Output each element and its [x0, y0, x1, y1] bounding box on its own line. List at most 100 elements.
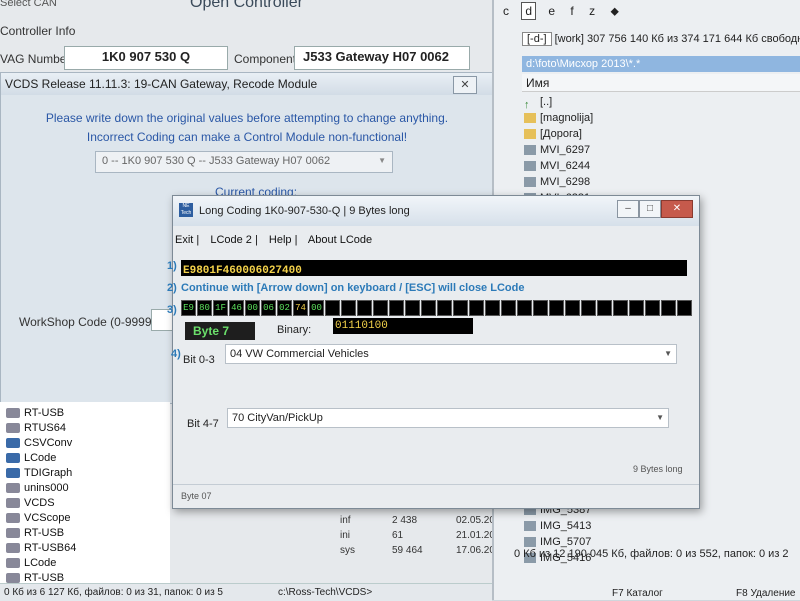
- maximize-button[interactable]: □: [639, 200, 661, 218]
- file-icon: [6, 423, 20, 434]
- folder-list-item-label: RT-USB: [24, 407, 65, 419]
- file-detail-row[interactable]: ini6121.01.2014 10:1: [330, 530, 528, 545]
- folder-list-item[interactable]: LCode: [0, 556, 170, 571]
- long-coding-titlebar: NE Tech Long Coding 1K0-907-530-Q | 9 By…: [173, 196, 699, 226]
- file-row[interactable]: MVI_6244: [524, 158, 590, 174]
- component-field: J533 Gateway H07 0062: [294, 46, 470, 70]
- file-detail-size: 59 464: [392, 545, 423, 556]
- step-3-number: 3): [167, 304, 177, 316]
- recode-close-button[interactable]: ✕: [453, 76, 477, 94]
- empty-byte-cell: [453, 300, 468, 316]
- bit-4-7-select[interactable]: 70 CityVan/PickUp ▼: [227, 408, 669, 428]
- byte-cell[interactable]: 80: [197, 300, 212, 316]
- vcds-status-text: 0 Кб из 6 127 Кб, файлов: 0 из 31, папок…: [4, 587, 223, 598]
- empty-byte-cell: [421, 300, 436, 316]
- file-row[interactable]: MVI_6297: [524, 142, 590, 158]
- byte-cell[interactable]: 06: [261, 300, 276, 316]
- component-label: Component:: [234, 52, 300, 66]
- f8-button[interactable]: F8 Удаление: [736, 588, 795, 599]
- empty-byte-cell: [645, 300, 660, 316]
- byte-cell[interactable]: E9: [181, 300, 196, 316]
- module-select[interactable]: 0 -- 1K0 907 530 Q -- J533 Gateway H07 0…: [95, 151, 393, 173]
- long-coding-statusbar: Byte 07: [173, 484, 699, 509]
- file-row[interactable]: MVI_6298: [524, 174, 590, 190]
- empty-byte-cell: [341, 300, 356, 316]
- empty-byte-cell: [501, 300, 516, 316]
- vag-number-field: 1K0 907 530 Q: [64, 46, 228, 70]
- bit-0-3-label: Bit 0-3: [183, 354, 215, 366]
- file-detail-size: 2 438: [392, 515, 418, 526]
- drive-f-button[interactable]: f: [567, 3, 576, 19]
- close-button[interactable]: ✕: [661, 200, 693, 218]
- file-row-name: [magnolija]: [540, 112, 594, 124]
- menu-exit[interactable]: Exit |: [175, 234, 199, 246]
- folder-list-item-label: LCode: [24, 452, 57, 464]
- byte-cell[interactable]: 74: [293, 300, 308, 316]
- vag-number-label: VAG Number:: [0, 52, 74, 66]
- image-file-icon: [524, 521, 536, 532]
- long-coding-dialog: NE Tech Long Coding 1K0-907-530-Q | 9 By…: [167, 195, 700, 509]
- drive-e-button[interactable]: e: [545, 3, 558, 19]
- file-detail-row[interactable]: inf2 43802.05.2012 15:2: [330, 515, 528, 530]
- coding-string-field[interactable]: E9801F460006027400: [181, 260, 687, 277]
- empty-byte-cell: [325, 300, 340, 316]
- folder-list-item-label: CSVConv: [24, 437, 73, 449]
- folder-list-item[interactable]: LCode: [0, 451, 170, 466]
- column-header-name[interactable]: Имя: [522, 74, 800, 92]
- menu-help[interactable]: Help |: [269, 234, 298, 246]
- file-row[interactable]: IMG_5413: [524, 518, 591, 534]
- folder-list-item[interactable]: RT-USB: [0, 406, 170, 421]
- folder-list-item[interactable]: VCScope: [0, 511, 170, 526]
- folder-list-item[interactable]: RTUS64: [0, 421, 170, 436]
- folder-list-item[interactable]: RT-USB: [0, 526, 170, 541]
- function-key-bar: F7 Каталог F8 Удаление: [500, 584, 800, 600]
- file-row[interactable]: [Дорога]: [524, 126, 582, 142]
- folder-list-item-label: RT-USB64: [24, 542, 77, 554]
- binary-label: Binary:: [277, 324, 312, 336]
- file-row[interactable]: ↑ [..]: [524, 94, 552, 111]
- menu-lcode2[interactable]: LCode 2 |: [210, 234, 258, 246]
- folder-list-item[interactable]: TDIGraph: [0, 466, 170, 481]
- drive-c-button[interactable]: c: [500, 3, 512, 19]
- network-drive-icon[interactable]: ⬥: [607, 3, 621, 20]
- bit-0-3-select[interactable]: 04 VW Commercial Vehicles ▼: [225, 344, 677, 364]
- drive-d-button[interactable]: d: [521, 2, 537, 20]
- file-icon: [6, 483, 20, 494]
- image-file-icon: [524, 537, 536, 548]
- empty-byte-cell: [677, 300, 692, 316]
- step-2-number: 2): [167, 282, 177, 294]
- binary-value[interactable]: 01110100: [333, 318, 473, 334]
- file-manager-status: 0 Кб из 12 190 045 Кб, файлов: 0 из 552,…: [514, 548, 789, 560]
- minimize-button[interactable]: –: [617, 200, 639, 218]
- empty-byte-cell: [581, 300, 596, 316]
- byte-cell[interactable]: 00: [245, 300, 260, 316]
- empty-byte-cell: [437, 300, 452, 316]
- drive-z-button[interactable]: z: [586, 3, 598, 19]
- file-row-name: [Дорога]: [540, 128, 582, 140]
- file-detail-size: 61: [392, 530, 404, 541]
- file-detail-row[interactable]: sys59 46417.06.2010 05:0: [330, 545, 528, 560]
- file-row[interactable]: [magnolija]: [524, 110, 593, 126]
- folder-list-item-label: RTUS64: [24, 422, 66, 434]
- file-icon: [6, 528, 20, 539]
- byte-cell[interactable]: 1F: [213, 300, 228, 316]
- warning-line-2: Incorrect Coding can make a Control Modu…: [86, 130, 408, 144]
- byte-cell[interactable]: 46: [229, 300, 244, 316]
- drive-bar: c d e f z ⬥: [500, 2, 628, 20]
- vcds-window-title: Open Controller: [190, 0, 303, 11]
- empty-byte-cell: [517, 300, 532, 316]
- byte-cell[interactable]: 00: [309, 300, 324, 316]
- image-file-icon: [524, 177, 536, 188]
- ross-tech-icon: [6, 468, 20, 479]
- folder-list-item[interactable]: unins000: [0, 481, 170, 496]
- byte-cell[interactable]: 02: [277, 300, 292, 316]
- empty-byte-cell: [533, 300, 548, 316]
- drive-selector[interactable]: [-d-]: [522, 32, 552, 46]
- folder-list-item-label: unins000: [24, 482, 69, 494]
- f7-button[interactable]: F7 Каталог: [612, 588, 663, 599]
- folder-list-item[interactable]: CSVConv: [0, 436, 170, 451]
- workshop-code-label: WorkShop Code (0-99999):: [19, 315, 166, 329]
- menu-about[interactable]: About LCode: [308, 234, 372, 246]
- folder-list-item[interactable]: RT-USB64: [0, 541, 170, 556]
- folder-list-item[interactable]: VCDS: [0, 496, 170, 511]
